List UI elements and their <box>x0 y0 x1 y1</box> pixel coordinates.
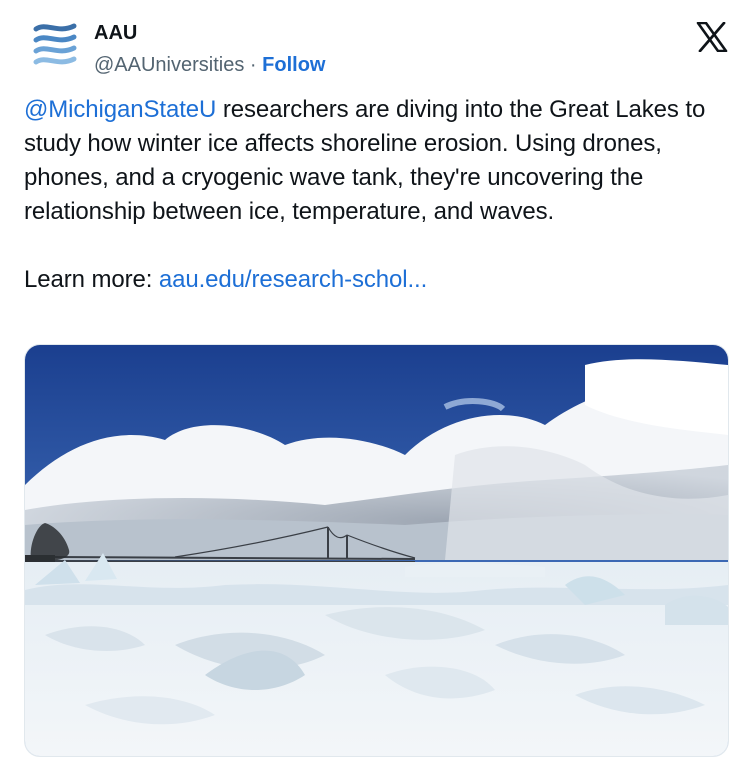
frozen-lake-photo <box>25 345 728 756</box>
aau-waves-logo-icon <box>33 23 77 65</box>
follow-button[interactable]: Follow <box>262 54 325 76</box>
mention-link[interactable]: @MichiganStateU <box>24 96 216 123</box>
tweet-card: AAU @AAUniversities · Follow @MichiganSt… <box>0 0 750 775</box>
tweet-body: @MichiganStateU researchers are diving i… <box>24 93 724 229</box>
avatar[interactable] <box>30 20 80 74</box>
handle[interactable]: @AAUniversities <box>94 54 244 76</box>
tweet-header: AAU @AAUniversities · Follow <box>24 14 730 78</box>
account-names: AAU @AAUniversities · Follow <box>94 20 325 80</box>
separator: · <box>249 54 257 76</box>
learn-more-label: Learn more: <box>24 266 159 293</box>
display-name[interactable]: AAU <box>94 20 325 46</box>
tweet-photo[interactable] <box>24 344 729 757</box>
tweet-text: @MichiganStateU researchers are diving i… <box>24 93 724 297</box>
x-logo-icon[interactable] <box>696 21 728 53</box>
learn-more-line: Learn more: aau.edu/research-schol... <box>24 263 724 297</box>
learn-more-link[interactable]: aau.edu/research-schol... <box>159 266 427 293</box>
handle-row: @AAUniversities · Follow <box>94 50 325 80</box>
